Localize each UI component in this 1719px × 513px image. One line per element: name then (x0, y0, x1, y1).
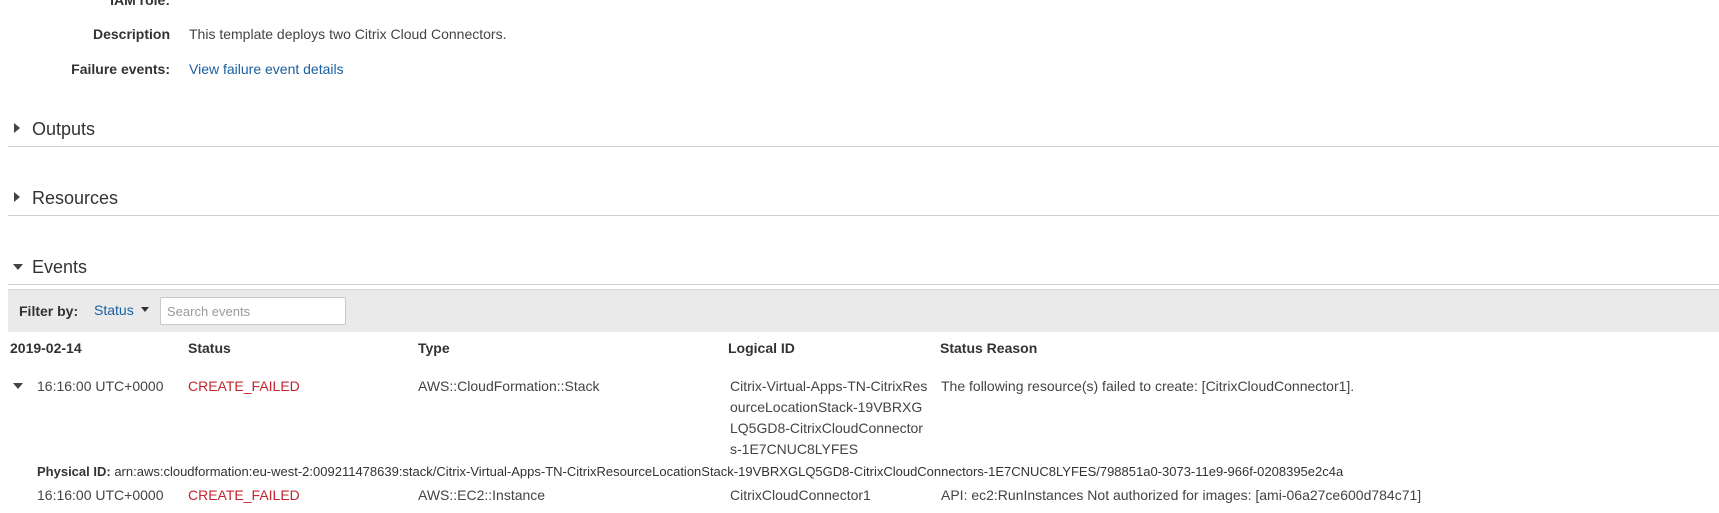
event-logical-id: CitrixCloudConnector1 (730, 487, 871, 503)
description-label: Description (92, 26, 170, 42)
type-column-header[interactable]: Type (418, 340, 450, 356)
failure-events-label: Failure events: (71, 61, 170, 77)
physical-id-label: Physical ID: (37, 464, 111, 479)
resources-divider (8, 215, 1719, 216)
event-time: 16:16:00 UTC+0000 (37, 378, 164, 394)
caret-down-icon (140, 306, 149, 312)
view-failure-event-details-link[interactable]: View failure event details (189, 61, 344, 77)
outputs-title: Outputs (32, 119, 96, 139)
events-title: Events (32, 257, 88, 277)
outputs-divider (8, 146, 1719, 147)
event-logical-id: Citrix-Virtual-Apps-TN-CitrixRes ourceLo… (730, 376, 927, 460)
caret-right-icon (14, 123, 20, 133)
event-status-reason: API: ec2:RunInstances Not authorized for… (941, 487, 1422, 503)
caret-down-icon (13, 264, 23, 270)
logical-id-column-header[interactable]: Logical ID (728, 340, 795, 356)
event-type: AWS::EC2::Instance (418, 487, 546, 503)
logical-id-line: Citrix-Virtual-Apps-TN-CitrixRes (730, 378, 928, 394)
event-status-reason: The following resource(s) failed to crea… (941, 378, 1355, 394)
description-value: This template deploys two Citrix Cloud C… (189, 26, 507, 42)
filter-by-label: Filter by: (19, 303, 79, 319)
date-column-header: 2019-02-14 (10, 340, 82, 356)
physical-id-value: arn:aws:cloudformation:eu-west-2:0092114… (114, 464, 1344, 479)
events-divider (8, 284, 1719, 285)
event-status: CREATE_FAILED (188, 487, 300, 503)
status-column-header[interactable]: Status (188, 340, 231, 356)
search-events-input[interactable] (160, 297, 346, 325)
status-filter-label: Status (94, 302, 134, 318)
event-time: 16:16:00 UTC+0000 (37, 487, 164, 503)
iam-role-label: IAM role: (110, 0, 170, 8)
logical-id-line: s-1E7CNUC8LYFES (730, 441, 859, 457)
logical-id-line: ourceLocationStack-19VBRXG (730, 399, 923, 415)
physical-id-row: Physical ID: arn:aws:cloudformation:eu-w… (37, 464, 1343, 479)
resources-title: Resources (32, 188, 119, 208)
logical-id-line: LQ5GD8-CitrixCloudConnector (730, 420, 923, 436)
status-filter-dropdown[interactable]: Status (94, 302, 149, 318)
event-type: AWS::CloudFormation::Stack (418, 378, 600, 394)
expand-row-icon[interactable] (13, 383, 23, 389)
caret-right-icon (14, 192, 20, 202)
event-status: CREATE_FAILED (188, 378, 300, 394)
status-reason-column-header[interactable]: Status Reason (940, 340, 1037, 356)
